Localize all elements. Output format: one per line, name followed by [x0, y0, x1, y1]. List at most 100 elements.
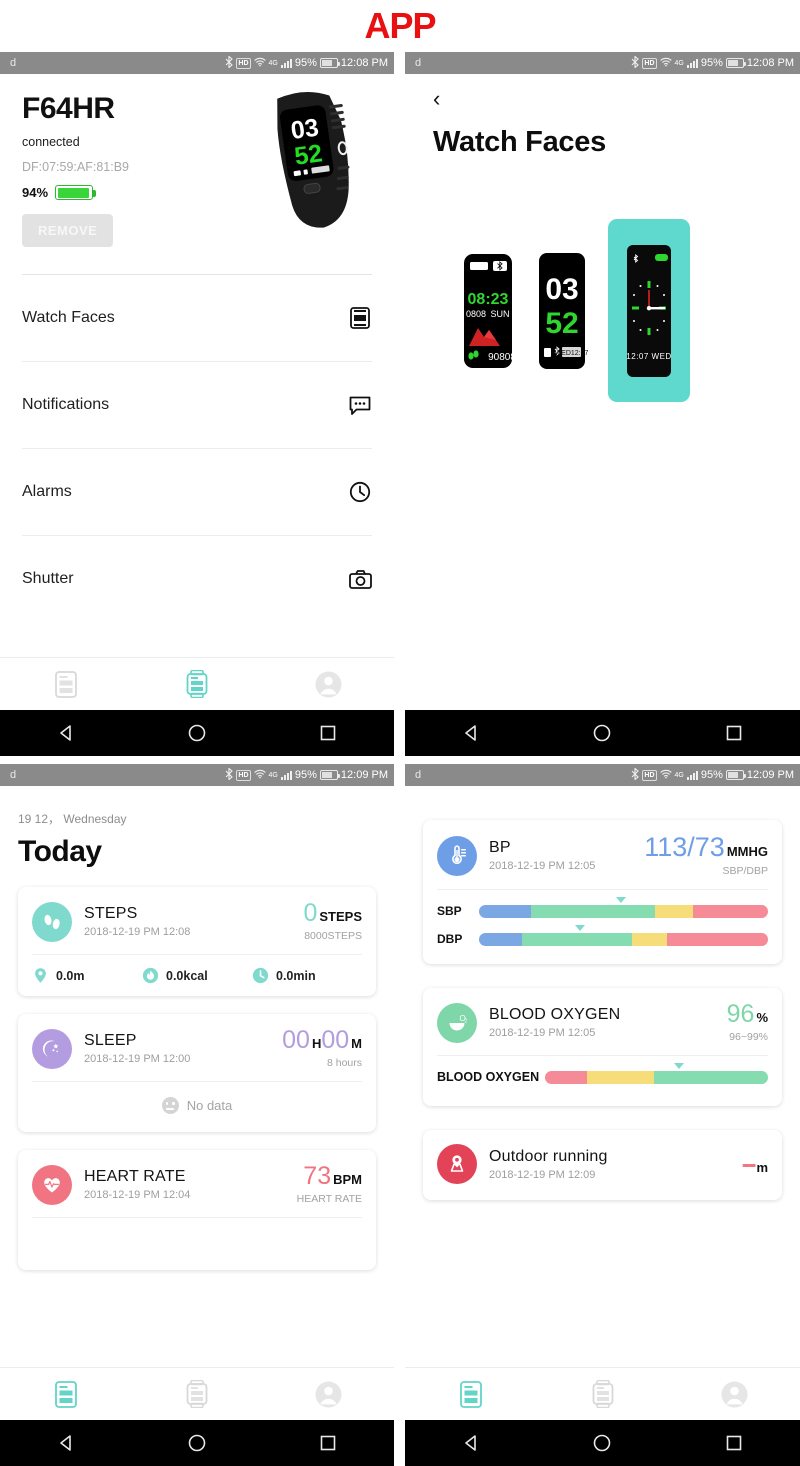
back-triangle-icon[interactable] — [458, 720, 484, 746]
sleep-goal: 8 hours — [326, 1057, 362, 1069]
android-navbar — [405, 710, 800, 756]
menu-item-notifications[interactable]: Notifications — [22, 361, 372, 448]
tab-data[interactable] — [405, 1380, 537, 1408]
battery-icon — [725, 770, 746, 780]
device-battery-percent: 94% — [22, 185, 49, 200]
running-unit: m — [756, 1159, 768, 1175]
svg-text:03: 03 — [545, 273, 578, 306]
home-circle-icon[interactable] — [184, 720, 210, 746]
outdoor-running-card[interactable]: Outdoor running 2018-12-19 PM 12:09 -- m — [423, 1130, 782, 1200]
card-header: O2 BLOOD OXYGEN 2018-12-19 PM 12:05 96% … — [437, 1002, 768, 1043]
no-data-label: No data — [186, 1098, 233, 1113]
card-timestamp: 2018-12-19 PM 12:05 — [489, 860, 596, 872]
status-carrier: d — [415, 57, 422, 69]
bluetooth-icon — [631, 766, 640, 783]
menu-item-watch-faces[interactable]: Watch Faces — [22, 274, 372, 361]
home-circle-icon[interactable] — [589, 1430, 615, 1456]
tab-data[interactable] — [0, 1380, 131, 1408]
svg-text:SUN: SUN — [490, 309, 509, 319]
dbp-gauge-row: DBP — [437, 924, 768, 946]
today-scroll[interactable]: 19 12， Wednesday Today STEPS 2018-12-19 … — [0, 786, 394, 1389]
card-timestamp: 2018-12-19 PM 12:08 — [84, 926, 191, 938]
hd-icon: HD — [642, 57, 657, 69]
recents-square-icon[interactable] — [721, 1430, 747, 1456]
running-distance: -- — [741, 1149, 757, 1178]
message-bubble-icon — [348, 393, 372, 417]
bluetooth-icon — [631, 54, 640, 71]
bp-card[interactable]: BP 2018-12-19 PM 12:05 113/73 MMHG SBP/DB… — [423, 820, 782, 964]
metrics-scroll[interactable]: BP 2018-12-19 PM 12:05 113/73 MMHG SBP/DB… — [405, 786, 800, 1389]
android-navbar — [405, 1420, 800, 1466]
svg-text:52: 52 — [293, 139, 324, 171]
battery-icon — [319, 770, 340, 780]
today-date: 19 12， Wednesday — [18, 812, 127, 826]
panel-watch-faces: d HD 4G 95% 12:08 PM ‹ Watch Faces 08:23… — [405, 52, 800, 756]
card-timestamp: 2018-12-19 PM 12:09 — [489, 1168, 596, 1181]
card-text: BLOOD OXYGEN 2018-12-19 PM 12:05 — [489, 1006, 727, 1039]
gauge-marker — [575, 924, 586, 931]
network-label: 4G — [268, 771, 278, 779]
stat-distance: 0.0m — [32, 967, 142, 984]
sleep-no-data: No data — [32, 1082, 362, 1120]
tab-data[interactable] — [0, 670, 131, 698]
remove-button[interactable]: REMOVE — [22, 214, 114, 247]
svg-text:08:23: 08:23 — [468, 291, 509, 308]
thermometer-icon — [437, 835, 477, 876]
sleep-card[interactable]: SLEEP 2018-12-19 PM 12:00 00 H00 M 8 hours — [18, 1014, 376, 1132]
svg-text:WED12:07: WED12:07 — [555, 350, 588, 357]
sleep-minutes: 00 — [321, 1026, 350, 1054]
back-triangle-icon[interactable] — [458, 1430, 484, 1456]
tab-device[interactable] — [131, 670, 262, 698]
tab-profile[interactable] — [263, 671, 394, 698]
card-header: SLEEP 2018-12-19 PM 12:00 00 H00 M 8 hours — [32, 1028, 362, 1069]
steps-stats: 0.0m 0.0kcal 0.0min — [32, 967, 362, 984]
tab-device[interactable] — [131, 1380, 262, 1408]
back-triangle-icon[interactable] — [53, 720, 79, 746]
steps-card[interactable]: STEPS 2018-12-19 PM 12:08 0 STEPS 8000STE… — [18, 887, 376, 996]
watch-face-analog[interactable]: 12:07 WED — [608, 219, 690, 402]
battery-full-icon — [55, 185, 97, 200]
card-title: SLEEP — [84, 1032, 137, 1049]
status-icons: HD 4G 95% 12:09 PM — [631, 766, 794, 783]
spo2-gauge — [545, 1070, 768, 1084]
hd-icon: HD — [236, 769, 251, 781]
gauge-segment-normal — [531, 904, 656, 918]
tab-profile[interactable] — [668, 1381, 800, 1408]
spo2-gauge-row: BLOOD OXYGEN — [437, 1062, 768, 1084]
recents-square-icon[interactable] — [721, 720, 747, 746]
stat-duration: 0.0min — [252, 967, 362, 984]
menu-item-shutter[interactable]: Shutter — [22, 535, 372, 622]
wifi-icon — [253, 57, 266, 70]
recents-square-icon[interactable] — [315, 1430, 341, 1456]
tab-device[interactable] — [537, 1380, 669, 1408]
gauge-segment-low — [479, 904, 532, 918]
back-triangle-icon[interactable] — [53, 1430, 79, 1456]
gauge-holder — [479, 896, 768, 918]
spo2-range: 96~99% — [729, 1031, 768, 1043]
neutral-face-icon — [161, 1097, 179, 1114]
o2-drop-icon: O2 — [437, 1002, 477, 1043]
clock-icon — [252, 967, 269, 984]
device-menu: Watch Faces Notifications Alarms Shutter — [0, 274, 394, 622]
gauge-segment-normal — [522, 932, 633, 946]
panels-grid: d HD 4G 95% 12:08 PM F64HR connected DF:… — [0, 52, 800, 1466]
gauge-segment-low — [479, 932, 523, 946]
blood-oxygen-card[interactable]: O2 BLOOD OXYGEN 2018-12-19 PM 12:05 96% … — [423, 988, 782, 1106]
watch-face-list: 08:23 0808 SUN 90808 03 52 WED12:07 12:0… — [405, 159, 800, 402]
watch-face-mountain[interactable]: 08:23 0808 SUN 90808 — [460, 236, 516, 386]
back-button[interactable]: ‹ — [433, 88, 772, 110]
stat-calories: 0.0kcal — [142, 967, 252, 984]
home-circle-icon[interactable] — [589, 720, 615, 746]
tab-profile[interactable] — [263, 1381, 394, 1408]
svg-text:90808: 90808 — [488, 352, 516, 363]
menu-item-alarms[interactable]: Alarms — [22, 448, 372, 535]
card-header: STEPS 2018-12-19 PM 12:08 0 STEPS 8000STE… — [32, 901, 362, 942]
watch-face-bigdigits[interactable]: 03 52 WED12:07 — [536, 241, 588, 381]
card-title: HEART RATE — [84, 1168, 186, 1185]
heart-rate-card[interactable]: HEART RATE 2018-12-19 PM 12:04 73 BPM HEA… — [18, 1150, 376, 1270]
panel-today: d HD 4G 95% 12:09 PM 19 12， Wednesday To… — [0, 764, 394, 1466]
home-circle-icon[interactable] — [184, 1430, 210, 1456]
location-pin-icon — [35, 968, 46, 983]
recents-square-icon[interactable] — [315, 720, 341, 746]
card-value: 0 STEPS 8000STEPS — [303, 901, 362, 943]
